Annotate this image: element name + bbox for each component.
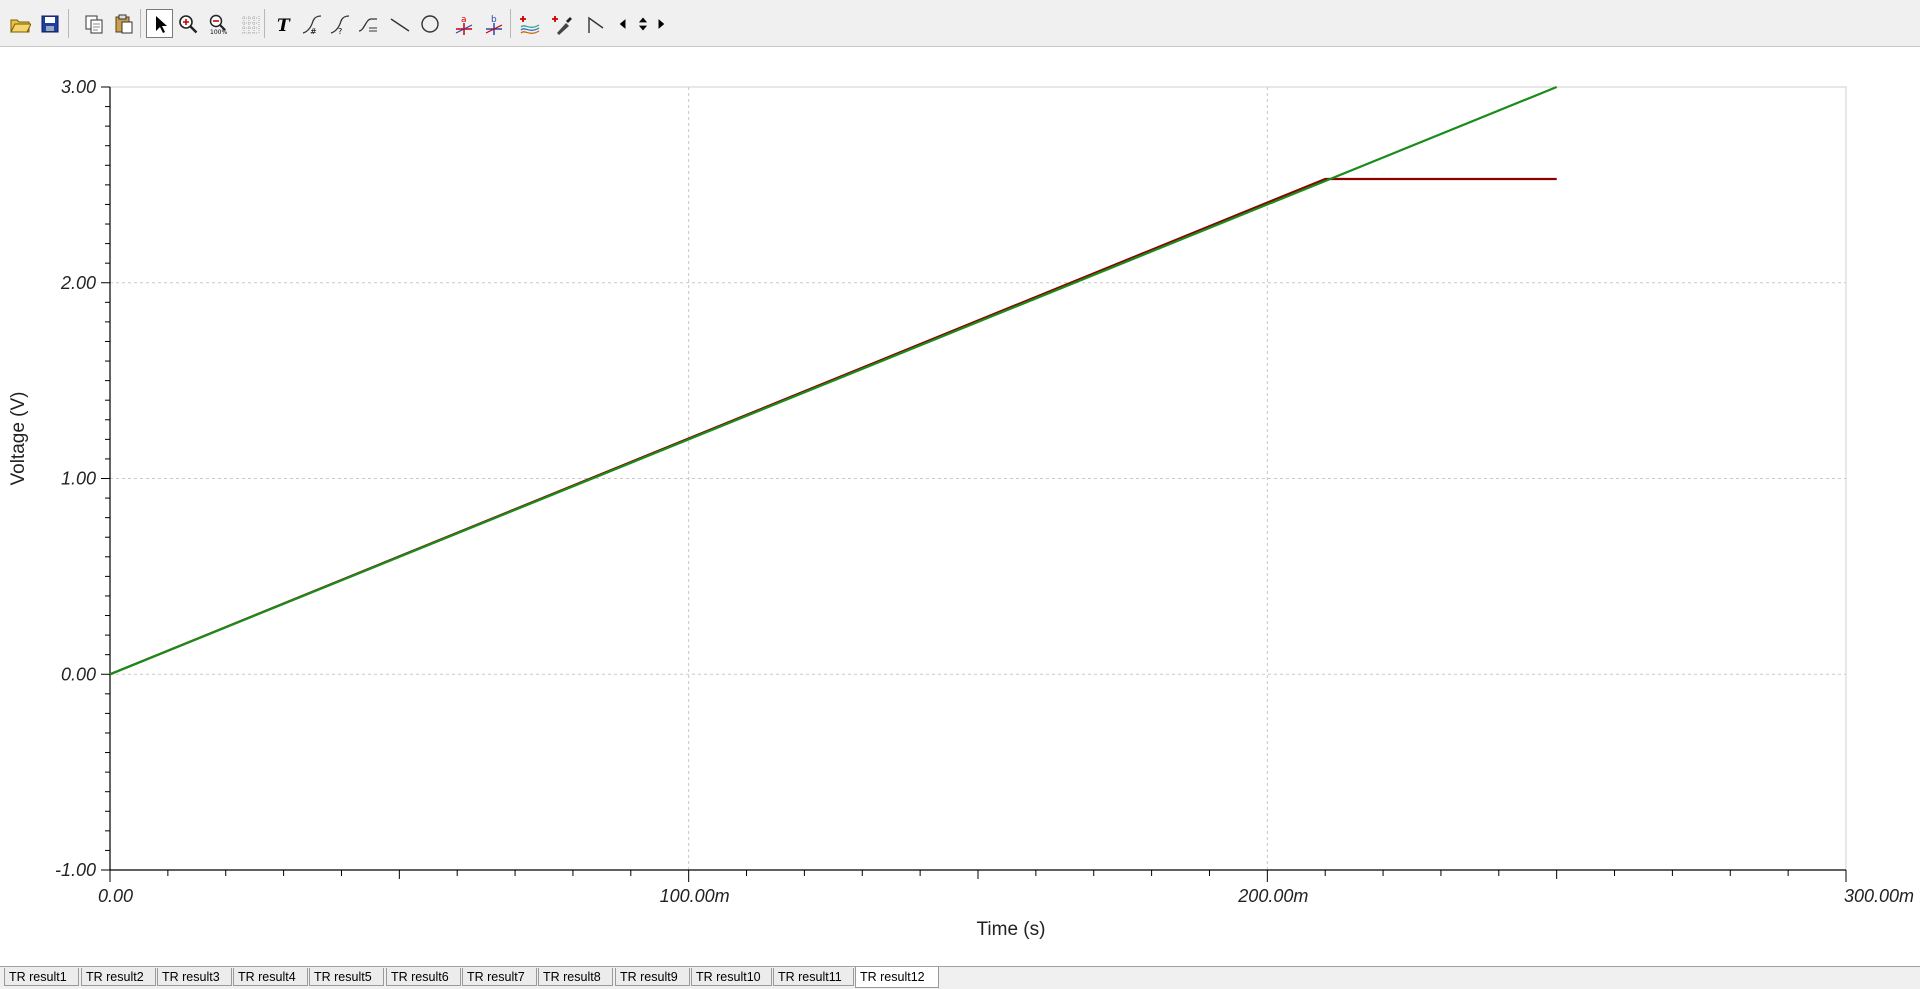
curve-label-3-icon — [358, 17, 377, 32]
save-icon — [41, 15, 58, 32]
line-icon — [390, 17, 409, 32]
probe-button[interactable] — [548, 9, 575, 38]
svg-text:?: ? — [338, 27, 342, 35]
open-folder-icon — [9, 19, 31, 32]
add-curves-icon — [519, 15, 539, 34]
curve-label-2-button[interactable]: ? — [326, 9, 353, 38]
x-tick-label: 300.00m — [1844, 886, 1914, 906]
copy-button[interactable] — [80, 9, 107, 38]
curve-label-2-icon: ? — [330, 14, 349, 35]
y-tick-label: 3.00 — [61, 77, 96, 97]
tab-label: TR result6 — [391, 970, 449, 984]
tab-label: TR result7 — [467, 970, 525, 984]
paste-button[interactable] — [110, 9, 137, 38]
nav-right-button[interactable] — [652, 9, 670, 38]
y-tick-label: 1.00 — [61, 469, 96, 489]
tab-label: TR result10 — [696, 970, 761, 984]
tab-label: TR result11 — [778, 970, 842, 984]
tab-tr-result-6[interactable]: TR result6 — [386, 968, 461, 986]
nav-left-icon — [619, 18, 626, 29]
tab-tr-result-8[interactable]: TR result8 — [538, 968, 613, 986]
nav-updown-icon — [638, 16, 648, 31]
save-button[interactable] — [36, 9, 63, 38]
tab-tr-result-11[interactable]: TR result11 — [773, 968, 854, 986]
cursor-a-icon: a — [455, 15, 472, 35]
nav-updown-button[interactable] — [634, 9, 652, 38]
toolbar-separator — [140, 9, 141, 38]
zoom-100-icon: 100% — [209, 14, 227, 35]
cursor-a-button[interactable]: a — [450, 9, 477, 38]
tab-tr-result-12[interactable]: TR result12 — [855, 967, 939, 988]
series-line-2 — [109, 85, 1558, 676]
x-axis-label: Time (s) — [977, 919, 1046, 940]
toolbar-separator — [68, 9, 69, 38]
toolbar-separator — [264, 9, 265, 38]
tab-label: TR result3 — [162, 970, 220, 984]
tab-tr-result-7[interactable]: TR result7 — [462, 968, 537, 986]
y-tick-label: 2.00 — [60, 273, 96, 293]
x-tick-label: 200.00m — [1237, 886, 1308, 906]
y-tick-label: -1.00 — [55, 860, 96, 880]
circle-button[interactable] — [416, 9, 443, 38]
curve-label-3-button[interactable] — [354, 9, 381, 38]
zoom-100-button[interactable]: 100% — [204, 9, 231, 38]
circle-icon — [420, 14, 439, 33]
result-tab-bar: TR result1 TR result2 TR result3 TR result4… — [0, 966, 1920, 989]
tab-tr-result-5[interactable]: TR result5 — [309, 968, 384, 986]
tab-label: TR result4 — [238, 970, 296, 984]
tab-tr-result-10[interactable]: TR result10 — [691, 968, 772, 986]
cursor-b-icon: b — [485, 15, 502, 35]
tab-label: TR result9 — [620, 970, 678, 984]
nav-right-icon — [658, 18, 665, 29]
toolbar: 100% T #? a b — [0, 0, 1920, 47]
zoom-in-button[interactable] — [174, 9, 201, 38]
polyline-button[interactable] — [582, 9, 609, 38]
select-pointer-button[interactable] — [146, 9, 173, 38]
open-folder-button[interactable] — [6, 9, 33, 38]
labels: -1.000.001.002.003.000.00 100.00m 200.00m 3… — [8, 77, 1914, 940]
tab-tr-result-4[interactable]: TR result4 — [233, 968, 308, 986]
probe-icon — [551, 15, 572, 35]
x-tick-label: 100.00m — [660, 886, 730, 906]
series-line-1 — [109, 177, 1557, 676]
grid-icon — [241, 15, 259, 34]
axes — [101, 86, 1847, 882]
tab-label: TR result1 — [9, 970, 67, 984]
curve-label-1-button[interactable]: # — [298, 9, 325, 38]
svg-text:T: T — [277, 16, 291, 35]
svg-text:100%: 100% — [210, 29, 227, 35]
curve-label-1-icon: # — [302, 14, 321, 35]
cursor-b-button[interactable]: b — [480, 9, 507, 38]
tab-tr-result-3[interactable]: TR result3 — [157, 968, 232, 986]
copy-icon — [85, 15, 102, 33]
series-group — [109, 85, 1558, 676]
line-button[interactable] — [386, 9, 413, 38]
tab-label: TR result12 — [860, 970, 925, 984]
toolbar-separator — [510, 9, 511, 38]
tab-label: TR result5 — [314, 970, 372, 984]
zoom-in-icon — [178, 14, 197, 33]
tab-tr-result-9[interactable]: TR result9 — [615, 968, 690, 986]
tab-label: TR result8 — [543, 970, 601, 984]
add-curves-button[interactable] — [516, 9, 543, 38]
tab-label: TR result2 — [86, 970, 144, 984]
select-pointer-icon — [155, 15, 167, 33]
x-tick-label: 0.00 — [98, 886, 133, 906]
tab-tr-result-2[interactable]: TR result2 — [81, 968, 156, 986]
chart: -1.000.001.002.003.000.00 100.00m 200.00m 3… — [8, 77, 1914, 940]
tab-tr-result-1[interactable]: TR result1 — [4, 968, 79, 986]
nav-left-button[interactable] — [614, 9, 632, 38]
text-button[interactable]: T — [270, 9, 297, 38]
polyline-icon — [587, 16, 603, 33]
text-icon: T — [277, 16, 291, 35]
plot-area[interactable]: -1.00 0.00 1.00 2.00 3.00 0.00 100.00m 200.00m 3… — [0, 47, 1920, 967]
grid — [109, 86, 1847, 871]
grid-button[interactable] — [236, 9, 263, 38]
y-tick-label: 0.00 — [61, 664, 96, 684]
y-axis-label: Voltage (V) — [8, 392, 29, 486]
paste-icon — [115, 14, 132, 33]
svg-text:#: # — [310, 27, 317, 35]
